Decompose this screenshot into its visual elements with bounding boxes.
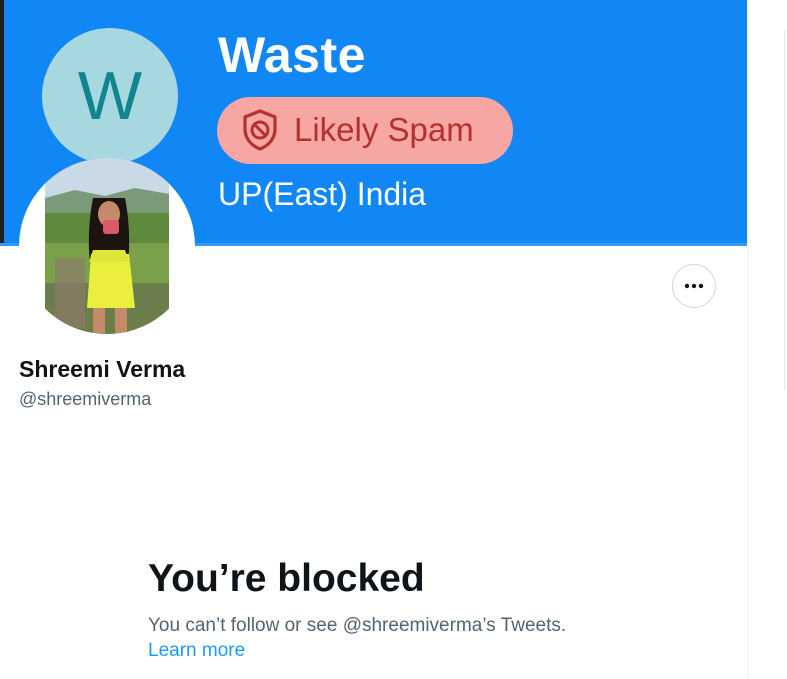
blocked-shield-icon bbox=[243, 109, 277, 151]
profile-handle: @shreemiverma bbox=[19, 389, 152, 409]
caller-location: UP(East) India bbox=[218, 176, 427, 212]
blocked-description: You can’t follow or see @shreemiverma’s … bbox=[148, 615, 567, 636]
learn-more-link[interactable]: Learn more bbox=[148, 640, 245, 662]
banner-edge bbox=[0, 0, 4, 246]
more-options-button[interactable] bbox=[672, 264, 716, 308]
profile-photo bbox=[45, 158, 169, 334]
profile-avatar[interactable] bbox=[19, 158, 195, 334]
more-horizontal-icon bbox=[684, 283, 704, 289]
caller-name: Waste bbox=[218, 27, 366, 83]
spam-badge-label: Likely Spam bbox=[294, 111, 474, 148]
profile-display-name: Shreemi Verma bbox=[19, 356, 186, 382]
blocked-title: You’re blocked bbox=[148, 557, 425, 600]
right-gutter bbox=[747, 0, 787, 679]
caller-avatar-letter: W bbox=[77, 58, 143, 134]
gutter-divider bbox=[784, 30, 785, 390]
spam-badge: Likely Spam bbox=[217, 97, 513, 164]
caller-avatar: W bbox=[42, 28, 178, 164]
